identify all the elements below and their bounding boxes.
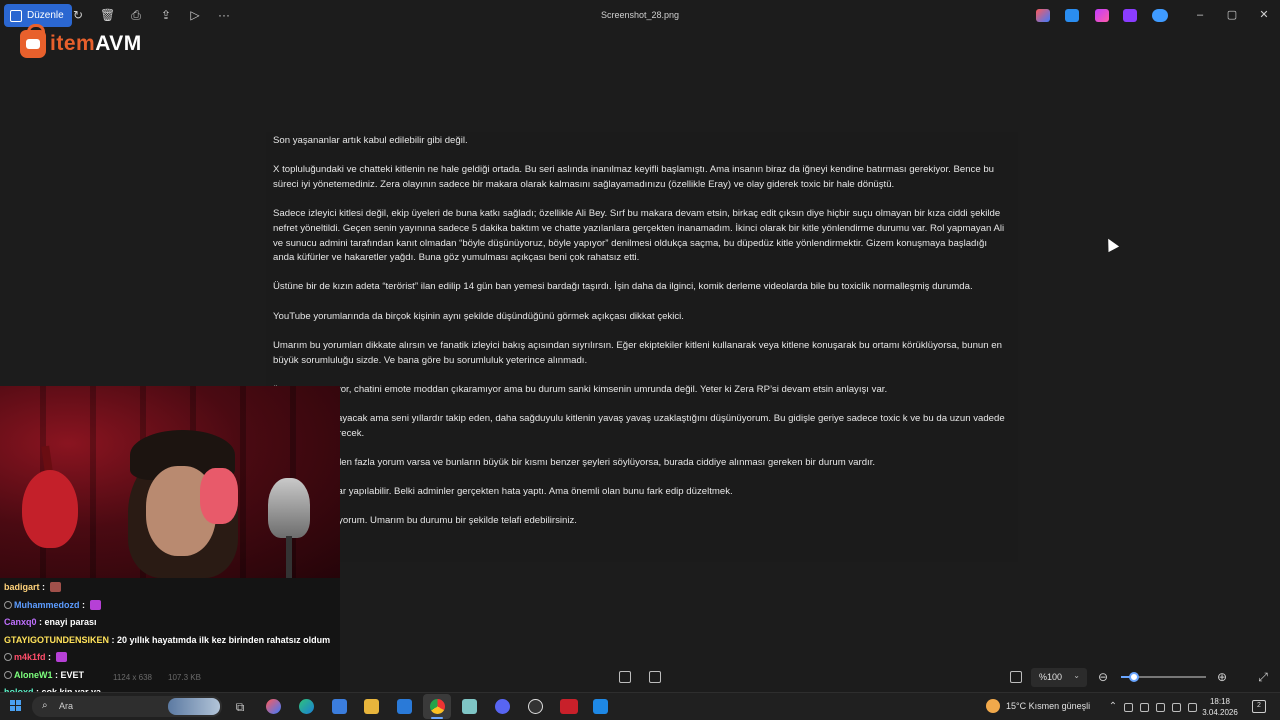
fit-to-window-icon[interactable] [619, 671, 631, 683]
mic-arm [286, 536, 292, 578]
document-paragraph: YouTube yorumlarında da birçok kişinin a… [273, 310, 684, 322]
zoom-slider-thumb[interactable] [1128, 672, 1139, 682]
document-paragraph: Üstüne bir de kızın adeta “terörist” ila… [273, 281, 973, 293]
image-filesize: 107.3 KB [168, 673, 201, 682]
chat-text: EVET [60, 669, 85, 680]
chat-message: badigart : [4, 582, 61, 592]
document-paragraph: Sadece izleyici kitlesi değil, ekip üyel… [273, 208, 1005, 264]
user-badge-icon [4, 600, 12, 609]
network-icon[interactable] [1140, 703, 1149, 712]
notifications-icon[interactable]: 2 [1252, 700, 1266, 713]
volume-icon[interactable] [1188, 703, 1197, 712]
partly-sunny-icon [986, 699, 1000, 713]
chat-message: Muhammedozd : [4, 599, 101, 610]
designer-icon[interactable] [1065, 9, 1079, 22]
document-paragraph: da başarılar diliyorum. Umarım bu durumu… [273, 515, 577, 527]
expand-icon[interactable]: ⤢ [1256, 670, 1270, 684]
voicemeeter-icon[interactable] [560, 699, 578, 714]
chrome-icon[interactable] [430, 699, 445, 714]
taskbar-clock[interactable]: 18:18 3.04.2026 [1200, 696, 1240, 718]
document-paragraph: çok önemli olmayacak ama seni yıllardır … [273, 412, 1005, 439]
chat-emote-icon [49, 582, 61, 592]
chat-message: GTAYIGOTUNDENSIKEN : 20 yıllık hayatımda… [4, 634, 331, 645]
document-paragraph: Umarım bu yorumları dikkate alırsın ve f… [273, 339, 1002, 366]
chat-username[interactable]: Muhammedozd [14, 600, 80, 610]
store-icon[interactable] [332, 699, 347, 714]
chat-text: 20 yıllık hayatımda ilk kez birinden rah… [117, 634, 331, 645]
photos-icon[interactable] [593, 699, 608, 714]
zoom-in-icon[interactable]: ⊕ [1215, 670, 1229, 684]
window-title: Screenshot_28.png [600, 10, 680, 20]
chat-emote-icon [89, 599, 101, 610]
chat-emote-icon [55, 652, 67, 662]
clock-time: 18:18 [1209, 697, 1231, 706]
title-bar: Düzenle ↻ 🗑 ⎙ ⇪ ▷ ··· Screenshot_28.png … [0, 0, 1280, 32]
chat-username[interactable]: Canxq0 [4, 617, 37, 627]
chevron-up-icon[interactable]: ⌃ [1106, 700, 1120, 714]
guitar-icon [22, 470, 78, 548]
edge-icon[interactable] [299, 699, 314, 714]
mouse-cursor-icon [1102, 235, 1120, 253]
chat-text: enayi parası [44, 617, 97, 627]
user-badge-icon [4, 653, 12, 661]
search-placeholder: Ara [59, 701, 74, 711]
zoom-select[interactable]: %100 ⌄ [1031, 668, 1087, 687]
chat-username[interactable]: badigart [4, 582, 40, 592]
microphone-tray-icon[interactable] [1156, 703, 1165, 712]
maximize-icon[interactable]: ▢ [1225, 8, 1239, 22]
shopping-bag-icon [20, 24, 46, 58]
chat-message: AloneW1 : EVET [4, 670, 84, 680]
webcam-overlay [0, 386, 340, 578]
onedrive-icon[interactable] [1152, 9, 1168, 22]
clipchamp-icon[interactable] [1095, 9, 1109, 22]
close-icon[interactable]: ✕ [1257, 8, 1271, 22]
obs-icon[interactable] [528, 699, 543, 714]
active-app-indicator [431, 717, 443, 719]
document-paragraph: X topluluğundaki ve chatteki kitlenin ne… [273, 164, 995, 190]
actual-size-icon[interactable] [649, 671, 661, 683]
document-text: Son yaşananlar artık kabul edilebilir gi… [273, 134, 1008, 543]
wifi-icon[interactable] [1172, 703, 1181, 712]
itemavm-logo: itemAVM [20, 24, 142, 58]
logo-text: itemAVM [50, 32, 142, 55]
user-badge-icon [4, 670, 12, 679]
chat-username[interactable]: AloneW1 [14, 670, 53, 680]
weather-widget[interactable]: 15°C Kısmen güneşli [986, 699, 1090, 713]
image-dimensions: 1124 x 638 [113, 673, 152, 682]
document-paragraph: un altında 700’den fazla yorum varsa ve … [273, 456, 876, 468]
zoom-slider[interactable] [1121, 672, 1206, 682]
document-paragraph: ısansınız, hatalar yapılabilir. Belki ad… [273, 486, 733, 498]
file-explorer-icon[interactable] [364, 699, 379, 714]
discord-icon[interactable] [495, 699, 510, 714]
clock-date: 3.04.2026 [1202, 708, 1238, 717]
start-button[interactable] [10, 700, 21, 711]
search-icon: ⌕ [42, 700, 48, 711]
weather-text: 15°C Kısmen güneşli [1006, 701, 1091, 711]
tray-app-icon[interactable] [1124, 703, 1133, 712]
chevron-down-icon: ⌄ [1073, 671, 1080, 680]
task-view-icon[interactable]: ⧉ [233, 700, 247, 714]
photos-app-window: Düzenle ↻ 🗑 ⎙ ⇪ ▷ ··· Screenshot_28.png … [0, 0, 1280, 720]
zoom-value: %100 [1039, 672, 1063, 682]
chat-username[interactable]: GTAYIGOTUNDENSIKEN [4, 635, 109, 645]
document-paragraph: ür yayın açamıyor, chatini emote moddan … [273, 383, 888, 395]
video-editor-icon[interactable] [1123, 9, 1137, 22]
microphone-icon [268, 478, 310, 538]
zoom-out-icon[interactable]: ⊖ [1096, 670, 1110, 684]
search-highlight-image [168, 698, 220, 715]
notepad-icon[interactable] [462, 699, 477, 714]
chat-message: Canxq0 : enayi parası [4, 617, 97, 627]
headset-icon [200, 468, 238, 524]
chat-username[interactable]: m4k1fd [14, 652, 46, 662]
document-paragraph: Son yaşananlar artık kabul edilebilir gi… [273, 135, 468, 146]
copilot-icon[interactable] [1036, 9, 1050, 22]
fullscreen-icon[interactable] [1010, 671, 1022, 683]
outlook-icon[interactable] [397, 699, 412, 714]
minimize-icon[interactable]: – [1193, 8, 1207, 22]
taskbar-search[interactable]: ⌕ Ara [32, 696, 222, 717]
chat-message: m4k1fd : [4, 652, 67, 662]
image-metadata: 1124 x 638 107.3 KB [113, 673, 201, 682]
copilot-taskbar-icon[interactable] [266, 699, 281, 714]
